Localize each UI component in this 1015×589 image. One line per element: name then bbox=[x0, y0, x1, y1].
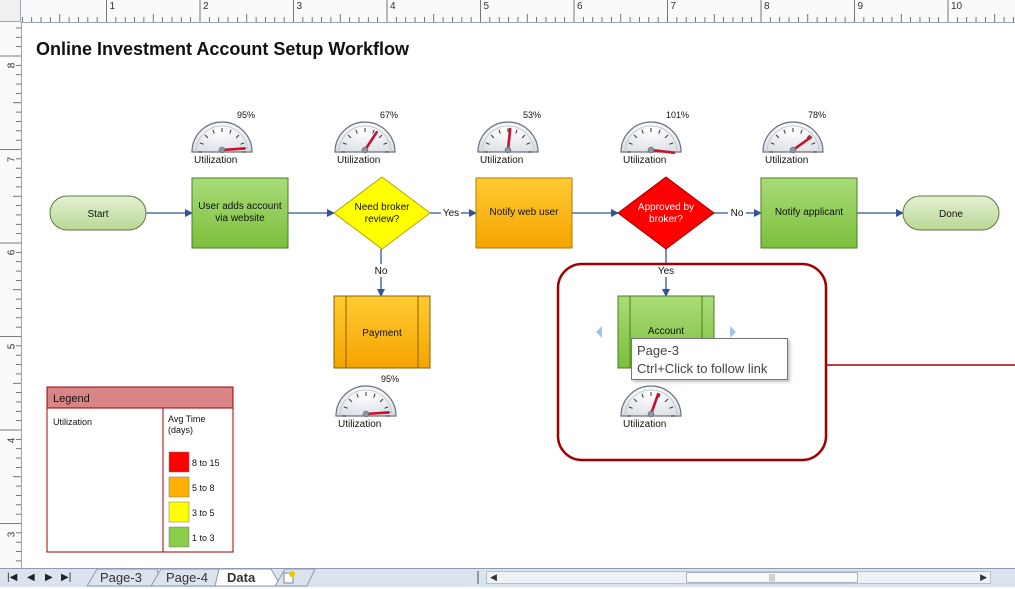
ruler-number: 8 bbox=[764, 1, 770, 12]
approved-label: Approved by broker? bbox=[637, 202, 695, 225]
user-adds-label: User adds account via website bbox=[198, 201, 282, 224]
ruler-number: 10 bbox=[951, 1, 963, 12]
ruler-corner[interactable] bbox=[0, 0, 21, 22]
gauge-label: Utilization bbox=[337, 155, 380, 166]
tab-page-4[interactable]: Page-4 bbox=[166, 569, 208, 586]
gauge-value: 95% bbox=[237, 110, 255, 120]
link-tooltip: Page-3 Ctrl+Click to follow link bbox=[631, 338, 788, 380]
account-label: Account bbox=[648, 326, 684, 337]
gauge-value: 78% bbox=[808, 110, 826, 120]
legend-swatch bbox=[168, 501, 190, 523]
next-page-button[interactable]: ▶ bbox=[45, 570, 53, 586]
legend-item-label: 8 to 15 bbox=[192, 458, 220, 468]
gauge-label: Utilization bbox=[338, 419, 381, 430]
decision-need-broker-review[interactable]: Need broker review? bbox=[333, 176, 431, 250]
ruler-number: 3 bbox=[6, 531, 18, 538]
done-terminator[interactable]: Done bbox=[902, 195, 1000, 231]
ruler-number: 3 bbox=[296, 1, 303, 12]
legend-title: Legend bbox=[53, 393, 90, 405]
ruler-number: 6 bbox=[6, 249, 18, 256]
notify-web-label: Notify web user bbox=[489, 207, 559, 218]
first-page-button[interactable]: |◀ bbox=[7, 570, 17, 586]
page-title: Online Investment Account Setup Workflow bbox=[36, 39, 410, 59]
ruler-number: 5 bbox=[483, 1, 490, 12]
legend-col-avg-time: Avg Time (days) bbox=[168, 414, 206, 435]
legend-swatch bbox=[168, 476, 190, 498]
legend[interactable]: Legend Utilization Avg Time (days) 8 to … bbox=[46, 386, 234, 553]
ruler-number: 7 bbox=[670, 1, 677, 12]
autoconnect-left-arrow-icon[interactable] bbox=[596, 326, 602, 338]
need-broker-label: Need broker review? bbox=[354, 202, 410, 225]
tab-splitter[interactable] bbox=[477, 571, 479, 584]
gauge-needle bbox=[364, 411, 391, 416]
drawing-canvas[interactable]: Online Investment Account Setup Workflow… bbox=[22, 23, 1015, 568]
last-page-button[interactable]: ▶| bbox=[61, 570, 71, 586]
tab-page-3[interactable]: Page-3 bbox=[100, 569, 142, 586]
ruler-number: 8 bbox=[6, 62, 18, 69]
utilization-gauge[interactable]: Utilization 95% bbox=[335, 374, 399, 430]
utilization-gauge[interactable]: Utilization 78% bbox=[762, 110, 826, 166]
utilization-gauge[interactable]: Utilization 53% bbox=[477, 110, 541, 166]
diagram-svg[interactable]: Online Investment Account Setup Workflow… bbox=[22, 23, 1015, 568]
legend-col-utilization: Utilization bbox=[53, 417, 92, 427]
gauge-value: 95% bbox=[381, 374, 399, 384]
gauge-label: Utilization bbox=[623, 155, 666, 166]
gauge-label: Utilization bbox=[623, 419, 666, 430]
edge-label-no: No bbox=[731, 208, 744, 219]
ruler-number: 5 bbox=[6, 343, 18, 350]
insert-page-icon[interactable] bbox=[282, 570, 296, 584]
legend-swatch bbox=[168, 451, 190, 473]
process-user-adds-account[interactable]: User adds account via website bbox=[191, 177, 289, 249]
page-tabs-bar: |◀ ◀ ▶ ▶| Page-3 Page-4 Data ◀ ||| ▶ bbox=[0, 568, 1015, 587]
legend-item-label: 5 to 8 bbox=[192, 483, 215, 493]
ruler-number: 4 bbox=[6, 437, 18, 444]
done-label: Done bbox=[939, 209, 963, 220]
ruler-number: 2 bbox=[203, 1, 209, 12]
start-label: Start bbox=[87, 209, 108, 220]
ruler-number: 4 bbox=[390, 1, 396, 12]
tab-data[interactable]: Data bbox=[227, 569, 255, 586]
payment-label: Payment bbox=[362, 328, 402, 339]
utilization-gauge[interactable]: Utilization 67% bbox=[334, 110, 398, 166]
gauge-needle bbox=[220, 147, 247, 152]
ruler-number: 7 bbox=[6, 156, 18, 163]
edge-label-no: No bbox=[375, 266, 388, 277]
gauge-label: Utilization bbox=[480, 155, 523, 166]
gauge-value: 101% bbox=[666, 110, 689, 120]
process-notify-applicant[interactable]: Notify applicant bbox=[760, 177, 858, 249]
ruler-ticks bbox=[0, 27, 21, 562]
utilization-gauge[interactable]: Utilization 95% bbox=[191, 110, 255, 166]
horizontal-ruler: 1 2 3 4 5 6 7 8 9 10 bbox=[0, 0, 1015, 23]
edge-label-yes: Yes bbox=[443, 208, 459, 219]
ruler-number: 6 bbox=[577, 1, 583, 12]
scroll-thumb[interactable]: ||| bbox=[686, 572, 858, 583]
legend-swatch bbox=[168, 526, 190, 548]
gauge-value: 53% bbox=[523, 110, 541, 120]
decision-approved-by-broker[interactable]: Approved by broker? bbox=[617, 176, 715, 250]
notify-applicant-label: Notify applicant bbox=[774, 207, 844, 218]
utilization-gauge[interactable]: Utilization 101% bbox=[620, 110, 689, 166]
gauge-value: 67% bbox=[380, 110, 398, 120]
autoconnect-right-arrow-icon[interactable] bbox=[730, 326, 736, 338]
vertical-ruler: 8 7 6 5 4 3 bbox=[0, 22, 22, 568]
scroll-right-arrow-icon[interactable]: ▶ bbox=[980, 572, 987, 583]
previous-page-button[interactable]: ◀ bbox=[27, 570, 35, 586]
tooltip-page: Page-3 bbox=[637, 343, 679, 358]
legend-item-label: 1 to 3 bbox=[192, 533, 215, 543]
process-notify-web-user[interactable]: Notify web user bbox=[475, 177, 573, 249]
ruler-number: 1 bbox=[109, 1, 116, 12]
edge-label-yes: Yes bbox=[658, 266, 674, 277]
start-terminator[interactable]: Start bbox=[49, 195, 147, 231]
tooltip-hint: Ctrl+Click to follow link bbox=[637, 361, 768, 376]
legend-item-label: 3 to 5 bbox=[192, 508, 215, 518]
utilization-gauge[interactable]: Utilization bbox=[620, 385, 682, 430]
ruler-number: 9 bbox=[857, 1, 864, 12]
horizontal-scrollbar[interactable]: ◀ ||| ▶ bbox=[486, 571, 991, 584]
scroll-left-arrow-icon[interactable]: ◀ bbox=[490, 572, 497, 583]
gauge-label: Utilization bbox=[765, 155, 808, 166]
gauge-label: Utilization bbox=[194, 155, 237, 166]
subprocess-payment[interactable]: Payment bbox=[333, 295, 431, 369]
